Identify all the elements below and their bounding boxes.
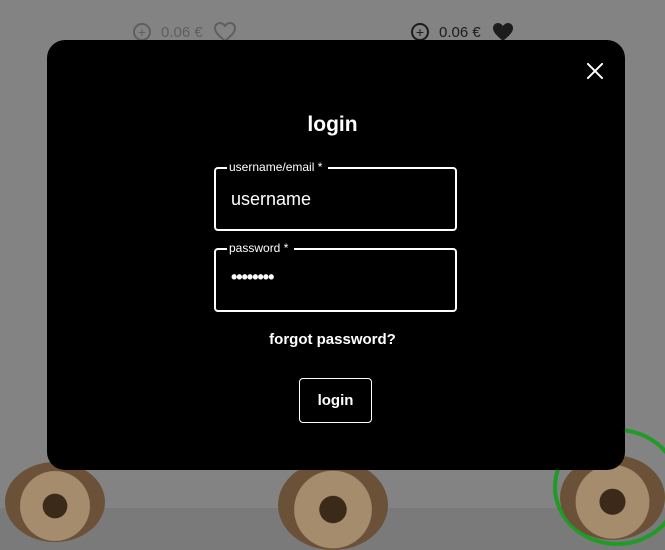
sloth-sticker-image[interactable] bbox=[278, 460, 388, 550]
product-price: 0.06 € bbox=[161, 23, 203, 41]
forgot-password-link[interactable]: forgot password? bbox=[0, 331, 665, 348]
add-icon[interactable]: + bbox=[411, 23, 429, 41]
password-field[interactable]: password * •••••••• bbox=[214, 239, 457, 312]
username-label: username/email * bbox=[227, 158, 329, 176]
username-field[interactable]: username/email * username bbox=[214, 158, 457, 231]
password-label: password * bbox=[227, 239, 295, 257]
username-input[interactable]: username bbox=[231, 189, 311, 210]
close-icon[interactable] bbox=[584, 60, 606, 82]
product-price: 0.06 € bbox=[439, 23, 481, 41]
modal-title: login bbox=[307, 113, 358, 136]
add-icon[interactable]: + bbox=[133, 23, 151, 41]
login-button[interactable]: login bbox=[299, 378, 372, 423]
sloth-sticker-image[interactable] bbox=[5, 462, 105, 542]
password-input[interactable]: •••••••• bbox=[231, 267, 274, 288]
